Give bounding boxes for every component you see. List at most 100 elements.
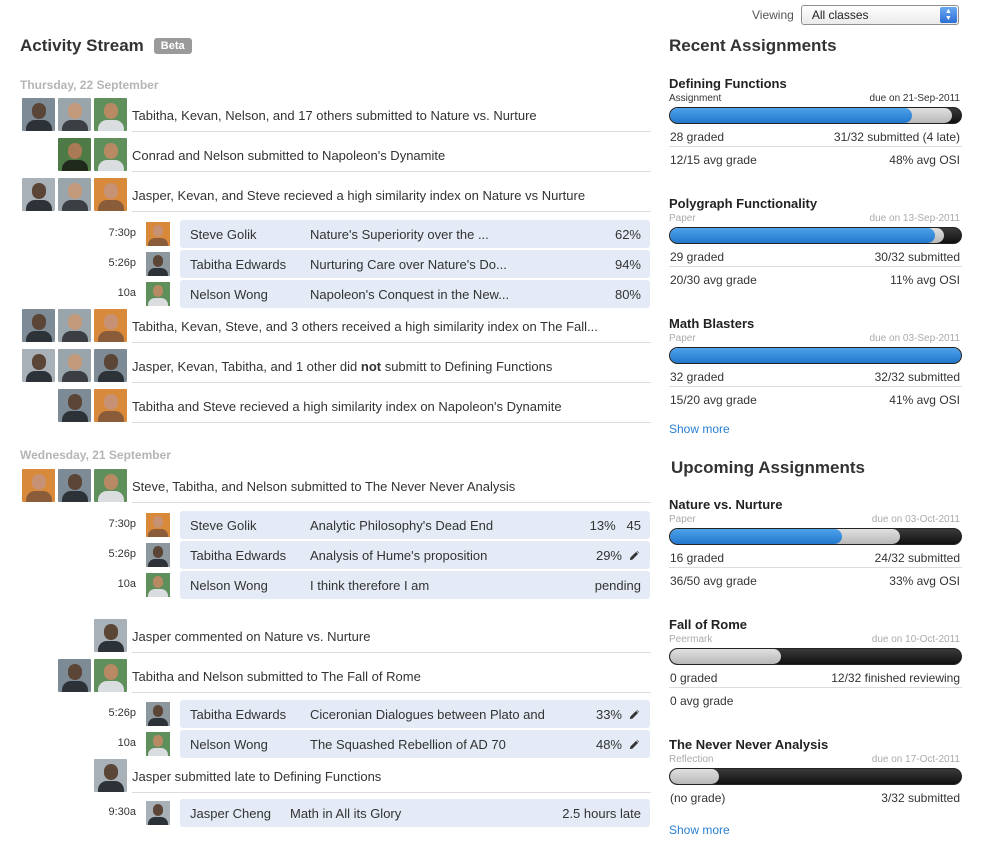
avatar[interactable] bbox=[94, 309, 127, 342]
avatar[interactable] bbox=[94, 759, 127, 792]
paper-title[interactable]: Nurturing Care over Nature's Do... bbox=[310, 257, 507, 272]
paper-title[interactable]: Napoleon's Conquest in the New... bbox=[310, 287, 509, 302]
avatar[interactable] bbox=[146, 252, 170, 276]
avatar[interactable] bbox=[58, 98, 91, 131]
avatar[interactable] bbox=[146, 801, 170, 825]
graded-count: 0 graded bbox=[670, 671, 718, 685]
submission-row[interactable]: 7:30p Steve Golik Analytic Philosophy's … bbox=[18, 511, 651, 539]
assignment-card[interactable]: Fall of Rome Peermark due on 10-Oct-2011… bbox=[669, 617, 962, 711]
activity-row[interactable]: Conrad and Nelson submitted to Napoleon'… bbox=[18, 138, 651, 172]
assignment-card[interactable]: The Never Never Analysis Reflection due … bbox=[669, 737, 962, 808]
submission-row[interactable]: 10a Nelson Wong The Squashed Rebellion o… bbox=[18, 730, 651, 758]
submission-row[interactable]: 10a Nelson Wong Napoleon's Conquest in t… bbox=[18, 280, 651, 308]
class-select-value: All classes bbox=[811, 8, 869, 22]
submission-row[interactable]: 7:30p Steve Golik Nature's Superiority o… bbox=[18, 220, 651, 248]
avatar[interactable] bbox=[22, 309, 55, 342]
assignment-title[interactable]: Polygraph Functionality bbox=[669, 196, 962, 211]
page-title: Activity Stream bbox=[20, 36, 144, 55]
avatar[interactable] bbox=[94, 349, 127, 382]
student-name[interactable]: Steve Golik bbox=[190, 518, 256, 533]
due-date: due on 21-Sep-2011 bbox=[869, 93, 960, 104]
assignment-card[interactable]: Defining Functions Assignment due on 21-… bbox=[669, 76, 962, 170]
assignment-card[interactable]: Polygraph Functionality Paper due on 13-… bbox=[669, 196, 962, 290]
paper-title[interactable]: Analysis of Hume's proposition bbox=[310, 548, 487, 563]
show-more-upcoming-link[interactable]: Show more bbox=[669, 823, 730, 837]
similarity-score: 29% bbox=[596, 548, 641, 563]
avatar[interactable] bbox=[58, 178, 91, 211]
avatar[interactable] bbox=[146, 573, 170, 597]
assignment-title[interactable]: Defining Functions bbox=[669, 76, 962, 91]
activity-row[interactable]: Tabitha, Kevan, Nelson, and 17 others su… bbox=[18, 98, 651, 132]
paper-title[interactable]: Math in All its Glory bbox=[290, 806, 401, 821]
avatar[interactable] bbox=[94, 98, 127, 131]
assignment-card[interactable]: Math Blasters Paper due on 03-Sep-2011 3… bbox=[669, 316, 962, 410]
student-name[interactable]: Steve Golik bbox=[190, 227, 256, 242]
avatar[interactable] bbox=[94, 469, 127, 502]
avatar[interactable] bbox=[146, 702, 170, 726]
avatar[interactable] bbox=[146, 282, 170, 306]
student-name[interactable]: Nelson Wong bbox=[190, 737, 268, 752]
student-name[interactable]: Tabitha Edwards bbox=[190, 707, 286, 722]
activity-text-part: Jasper, Kevan, Tabitha, and 1 other did bbox=[132, 359, 361, 374]
activity-row[interactable]: Jasper submitted late to Defining Functi… bbox=[18, 759, 651, 793]
submission-row[interactable]: 5:26p Tabitha Edwards Nurturing Care ove… bbox=[18, 250, 651, 278]
avatar[interactable] bbox=[94, 659, 127, 692]
avatar[interactable] bbox=[146, 543, 170, 567]
activity-row[interactable]: Jasper, Kevan, Tabitha, and 1 other did … bbox=[18, 349, 651, 383]
student-name[interactable]: Tabitha Edwards bbox=[190, 257, 286, 272]
submission-row[interactable]: 5:26p Tabitha Edwards Ciceronian Dialogu… bbox=[18, 700, 651, 728]
assignment-card[interactable]: Nature vs. Nurture Paper due on 03-Oct-2… bbox=[669, 497, 962, 591]
avatar[interactable] bbox=[58, 138, 91, 171]
submission-row[interactable]: 10a Nelson Wong I think therefore I am p… bbox=[18, 571, 651, 599]
class-select[interactable]: All classes ▲ ▼ bbox=[800, 5, 959, 25]
avatar[interactable] bbox=[146, 513, 170, 537]
paper-title[interactable]: The Squashed Rebellion of AD 70 bbox=[310, 737, 506, 752]
pencil-icon[interactable] bbox=[628, 738, 641, 751]
student-name[interactable]: Nelson Wong bbox=[190, 578, 268, 593]
paper-title[interactable]: Ciceronian Dialogues between Plato and bbox=[310, 707, 545, 722]
avatar[interactable] bbox=[58, 349, 91, 382]
paper-title[interactable]: Nature's Superiority over the ... bbox=[310, 227, 489, 242]
student-name[interactable]: Nelson Wong bbox=[190, 287, 268, 302]
assignment-title[interactable]: Nature vs. Nurture bbox=[669, 497, 962, 512]
assignment-title[interactable]: Fall of Rome bbox=[669, 617, 962, 632]
activity-row[interactable]: Tabitha and Nelson submitted to The Fall… bbox=[18, 659, 651, 693]
avatar[interactable] bbox=[94, 389, 127, 422]
activity-row[interactable]: Tabitha, Kevan, Steve, and 3 others rece… bbox=[18, 309, 651, 343]
activity-row[interactable]: Jasper commented on Nature vs. Nurture bbox=[18, 619, 651, 653]
avatar[interactable] bbox=[22, 349, 55, 382]
activity-row[interactable]: Tabitha and Steve recieved a high simila… bbox=[18, 389, 651, 423]
avatar[interactable] bbox=[22, 98, 55, 131]
avatar[interactable] bbox=[94, 178, 127, 211]
activity-row[interactable]: Steve, Tabitha, and Nelson submitted to … bbox=[18, 469, 651, 503]
student-name[interactable]: Tabitha Edwards bbox=[190, 548, 286, 563]
avatar[interactable] bbox=[58, 389, 91, 422]
avatar[interactable] bbox=[22, 178, 55, 211]
pencil-icon[interactable] bbox=[628, 549, 641, 562]
paper-title[interactable]: I think therefore I am bbox=[310, 578, 429, 593]
due-date: due on 13-Sep-2011 bbox=[869, 213, 960, 224]
similarity-percent: 29% bbox=[595, 548, 622, 563]
paper-title[interactable]: Analytic Philosophy's Dead End bbox=[310, 518, 493, 533]
submission-row[interactable]: 5:26p Tabitha Edwards Analysis of Hume's… bbox=[18, 541, 651, 569]
avatar[interactable] bbox=[58, 309, 91, 342]
assignment-title[interactable]: The Never Never Analysis bbox=[669, 737, 962, 752]
pencil-icon[interactable] bbox=[628, 708, 641, 721]
due-date: due on 03-Oct-2011 bbox=[871, 514, 960, 525]
activity-row[interactable]: Jasper, Kevan, and Steve recieved a high… bbox=[18, 178, 651, 212]
avatar[interactable] bbox=[146, 732, 170, 756]
avatar[interactable] bbox=[94, 619, 127, 652]
avatar[interactable] bbox=[94, 138, 127, 171]
show-more-recent-link[interactable]: Show more bbox=[669, 422, 730, 436]
submission-row[interactable]: 9:30a Jasper Cheng Math in All its Glory… bbox=[18, 799, 651, 827]
assignment-type: Peermark bbox=[669, 634, 713, 645]
grade-value[interactable]: 45 bbox=[627, 518, 641, 533]
progress-bar bbox=[669, 648, 962, 665]
avatar[interactable] bbox=[58, 469, 91, 502]
avatar[interactable] bbox=[22, 469, 55, 502]
avatar[interactable] bbox=[146, 222, 170, 246]
assignment-title[interactable]: Math Blasters bbox=[669, 316, 962, 331]
activity-text: Steve, Tabitha, and Nelson submitted to … bbox=[132, 479, 651, 503]
student-name[interactable]: Jasper Cheng bbox=[190, 806, 271, 821]
avatar[interactable] bbox=[58, 659, 91, 692]
